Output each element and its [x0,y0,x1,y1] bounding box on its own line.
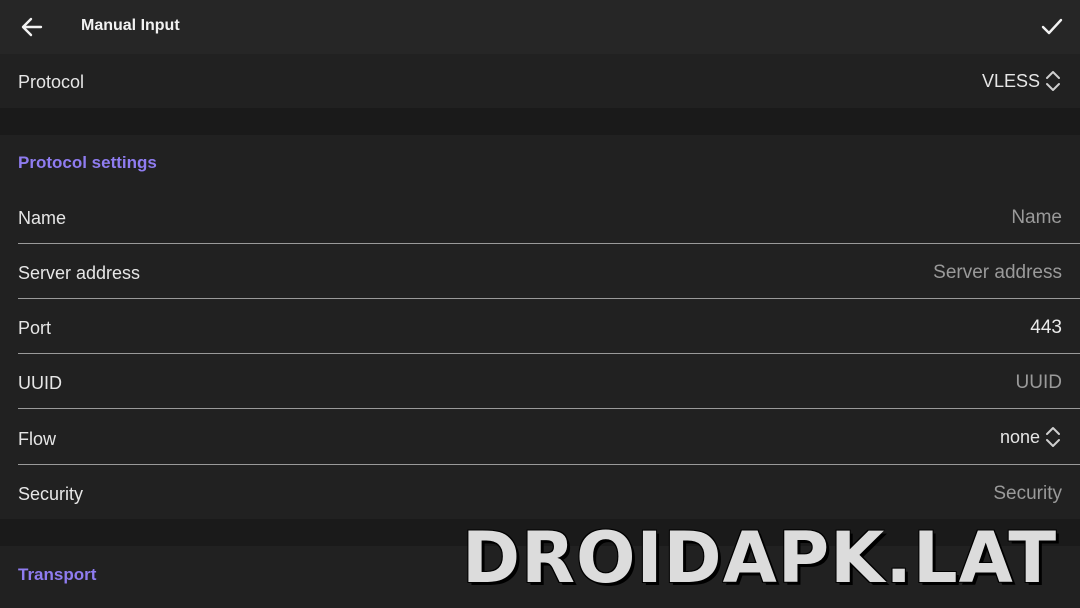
security-label: Security [18,484,84,504]
arrow-left-icon [21,17,43,37]
protocol-select[interactable]: VLESS [982,70,1062,92]
port-field[interactable]: Port 443 [0,299,1080,354]
confirm-button[interactable] [1034,10,1070,44]
name-field[interactable]: Name Name [0,190,1080,244]
flow-select[interactable]: none [1000,426,1062,448]
top-app-bar: Manual Input [0,0,1080,54]
section-gap [0,108,1080,135]
flow-label: Flow [18,429,57,449]
port-label: Port [18,318,52,338]
protocol-label: Protocol [18,72,85,92]
unfold-icon [1046,427,1060,447]
server-address-field[interactable]: Server address Server address [0,244,1080,299]
uuid-field[interactable]: UUID UUID [0,354,1080,409]
unfold-icon [1046,71,1060,91]
name-input[interactable]: Name [1011,207,1062,229]
watermark-text: DROIDAPK.LAT [462,517,1058,599]
flow-value: none [999,426,1040,447]
uuid-label: UUID [18,373,62,393]
protocol-settings-section: Protocol settings [0,135,1080,190]
name-label: Name [18,208,67,228]
flow-field[interactable]: Flow none [0,409,1080,465]
server-address-input[interactable]: Server address [933,262,1062,284]
uuid-input[interactable]: UUID [1016,372,1062,394]
protocol-row[interactable]: Protocol VLESS [0,54,1080,108]
protocol-value: VLESS [981,70,1040,91]
back-button[interactable] [14,10,50,44]
security-field[interactable]: Security Security [0,465,1080,519]
port-input[interactable]: 443 [1030,317,1062,339]
page-title: Manual Input [81,17,180,34]
section-heading: Protocol settings [18,153,157,172]
security-input[interactable]: Security [993,483,1062,505]
section-heading: Transport [18,565,97,584]
server-address-label: Server address [18,263,141,283]
check-icon [1041,18,1063,35]
